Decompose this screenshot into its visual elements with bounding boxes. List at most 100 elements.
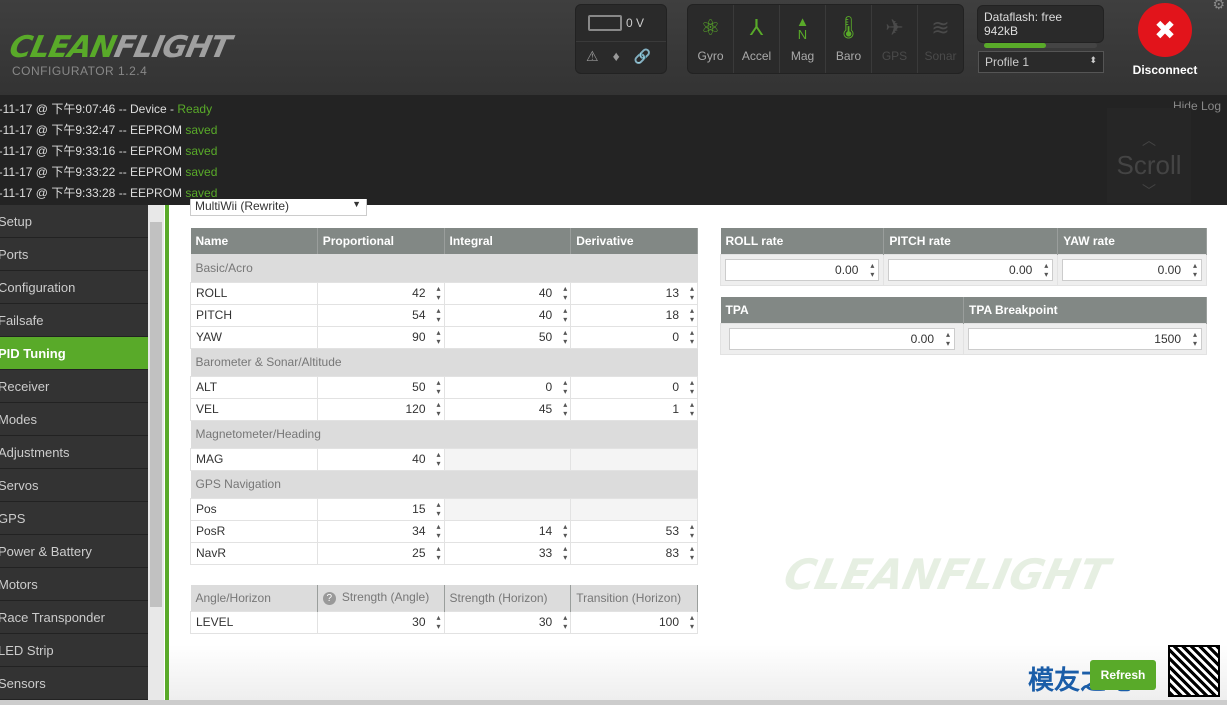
profile-select[interactable]: Profile 1 ⬍ <box>978 51 1104 73</box>
group-label: Basic/Acro <box>190 254 698 282</box>
sidebar-item-receiver[interactable]: Receiver <box>0 370 148 403</box>
table-row: MAG 40 <box>190 447 698 471</box>
sidebar-item-gps[interactable]: GPS <box>0 502 148 535</box>
dataflash-status: Dataflash: free 942kB <box>977 5 1104 48</box>
i-input[interactable]: 14 <box>443 519 572 543</box>
tpa-table: TPA TPA Breakpoint 0.00 1500 <box>720 297 1207 355</box>
col-strength-angle: ? Strength (Angle) <box>317 585 445 611</box>
sidebar-item-ports[interactable]: Ports <box>0 238 148 271</box>
sidebar-item-race-transponder[interactable]: Race Transponder <box>0 601 148 634</box>
i-input[interactable]: 0 <box>443 375 572 399</box>
battery-icon <box>588 15 622 31</box>
log-line: 6-11-17 @ 下午9:32:47 -- EEPROM saved <box>0 123 218 137</box>
sensor-status: ⚛ Gyro ⅄ Accel ▲ N Mag 🌡 Baro ✈ GPS ≋ Sonar <box>687 4 964 74</box>
i-input[interactable]: 45 <box>443 397 572 421</box>
refresh-button[interactable]: Refresh <box>1090 660 1156 690</box>
sensor-accel: ⅄ Accel <box>734 5 780 73</box>
p-input[interactable]: 42 <box>316 281 445 305</box>
table-row: Pos 15 <box>190 497 698 521</box>
sidebar-item-servos[interactable]: Servos <box>0 469 148 502</box>
p-input[interactable]: 34 <box>316 519 445 543</box>
gyro-icon: ⚛ <box>700 15 721 40</box>
sidebar: Setup Ports Configuration Failsafe PID Tunin… <box>0 205 148 700</box>
i-input[interactable]: 33 <box>443 541 572 565</box>
sidebar-item-modes[interactable]: Modes <box>0 403 148 436</box>
yaw-rate-input[interactable]: 0.00 <box>1062 258 1202 281</box>
d-input[interactable]: 53 <box>570 519 698 543</box>
empty-cell <box>570 447 698 471</box>
sidebar-item-failsafe[interactable]: Failsafe <box>0 304 148 337</box>
link-icon: 🔗 <box>633 48 652 64</box>
d-input[interactable]: 83 <box>570 541 698 565</box>
gear-icon[interactable]: ⚙ <box>1212 0 1225 13</box>
baro-icon: 🌡 <box>834 15 863 40</box>
p-input[interactable]: 120 <box>316 397 445 421</box>
level-strength-angle-input[interactable]: 30 <box>316 610 445 634</box>
sidebar-item-configuration[interactable]: Configuration <box>0 271 148 304</box>
sensor-baro: 🌡 Baro <box>826 5 872 73</box>
i-input[interactable]: 40 <box>443 303 572 327</box>
sensor-mag: ▲ N Mag <box>780 5 826 73</box>
d-input[interactable]: 0 <box>570 325 698 349</box>
tpa-input[interactable]: 0.00 <box>729 327 955 350</box>
p-input[interactable]: 50 <box>316 375 445 399</box>
empty-cell <box>570 497 698 521</box>
qr-code-image <box>1168 645 1220 697</box>
sensor-gyro: ⚛ Gyro <box>688 5 734 73</box>
battery-panel: 0 V ⚠ ♦ 🔗 <box>575 4 667 74</box>
d-input[interactable]: 13 <box>570 281 698 305</box>
log-line: 6-11-17 @ 下午9:33:16 -- EEPROM saved <box>0 144 218 158</box>
group-label: GPS Navigation <box>190 470 698 498</box>
warning-icon: ⚠ <box>586 48 599 64</box>
row-name: LEVEL <box>190 610 318 634</box>
table-row: PITCH544018 <box>190 303 698 327</box>
log-scroll[interactable]: ︿ Scroll ﹀ <box>1107 108 1191 203</box>
row-name: YAW <box>190 325 318 349</box>
sidebar-item-setup[interactable]: Setup <box>0 205 148 238</box>
disconnect-button[interactable]: ✖ Disconnect <box>1130 3 1200 77</box>
p-input[interactable]: 54 <box>316 303 445 327</box>
sidebar-item-led-strip[interactable]: LED Strip <box>0 634 148 667</box>
level-transition-input[interactable]: 100 <box>570 610 698 634</box>
p-input[interactable]: 40 <box>316 447 445 471</box>
group-label: Barometer & Sonar/Altitude <box>190 348 698 376</box>
col-derivative: Derivative <box>570 228 698 254</box>
col-yaw-rate: YAW rate <box>1057 228 1207 254</box>
pid-controller-select[interactable]: MultiWii (Rewrite) ▼ <box>190 199 367 216</box>
cleanflight-watermark: CLEANFLIGHT <box>779 550 1114 599</box>
i-input[interactable]: 50 <box>443 325 572 349</box>
help-icon[interactable]: ? <box>322 592 336 606</box>
level-strength-horizon-input[interactable]: 30 <box>443 610 572 634</box>
roll-rate-input[interactable]: 0.00 <box>725 258 880 281</box>
version-label: CONFIGURATOR 1.2.4 <box>12 64 148 78</box>
p-input[interactable]: 25 <box>316 541 445 565</box>
sidebar-item-pid-tuning[interactable]: PID Tuning <box>0 337 148 370</box>
table-row: YAW90500 <box>190 325 698 349</box>
col-name: Name <box>190 228 318 254</box>
sidebar-item-motors[interactable]: Motors <box>0 568 148 601</box>
group-label: Magnetometer/Heading <box>190 420 698 448</box>
accel-icon: ⅄ <box>749 15 764 40</box>
p-input[interactable]: 90 <box>316 325 445 349</box>
usb-disconnect-icon: ✖ <box>1138 3 1192 57</box>
sidebar-item-sensors[interactable]: Sensors <box>0 667 148 700</box>
row-name: ROLL <box>190 281 318 305</box>
p-input[interactable]: 15 <box>316 497 445 521</box>
sidebar-item-adjustments[interactable]: Adjustments <box>0 436 148 469</box>
sidebar-item-power-battery[interactable]: Power & Battery <box>0 535 148 568</box>
tpa-breakpoint-input[interactable]: 1500 <box>968 327 1202 350</box>
top-bar: CLEANFLIGHT CONFIGURATOR 1.2.4 0 V ⚠ ♦ 🔗… <box>0 0 1227 95</box>
table-row: ALT5000 <box>190 375 698 399</box>
mag-icon: ▲ N <box>796 14 809 42</box>
row-name: VEL <box>190 397 318 421</box>
row-name: PITCH <box>190 303 318 327</box>
d-input[interactable]: 18 <box>570 303 698 327</box>
i-input[interactable]: 40 <box>443 281 572 305</box>
group-row: Basic/Acro <box>190 254 698 282</box>
gps-icon: ✈ <box>885 15 904 40</box>
d-input[interactable]: 0 <box>570 375 698 399</box>
d-input[interactable]: 1 <box>570 397 698 421</box>
scrollbar-thumb[interactable] <box>150 222 162 607</box>
col-pitch-rate: PITCH rate <box>883 228 1059 254</box>
pitch-rate-input[interactable]: 0.00 <box>888 258 1054 281</box>
